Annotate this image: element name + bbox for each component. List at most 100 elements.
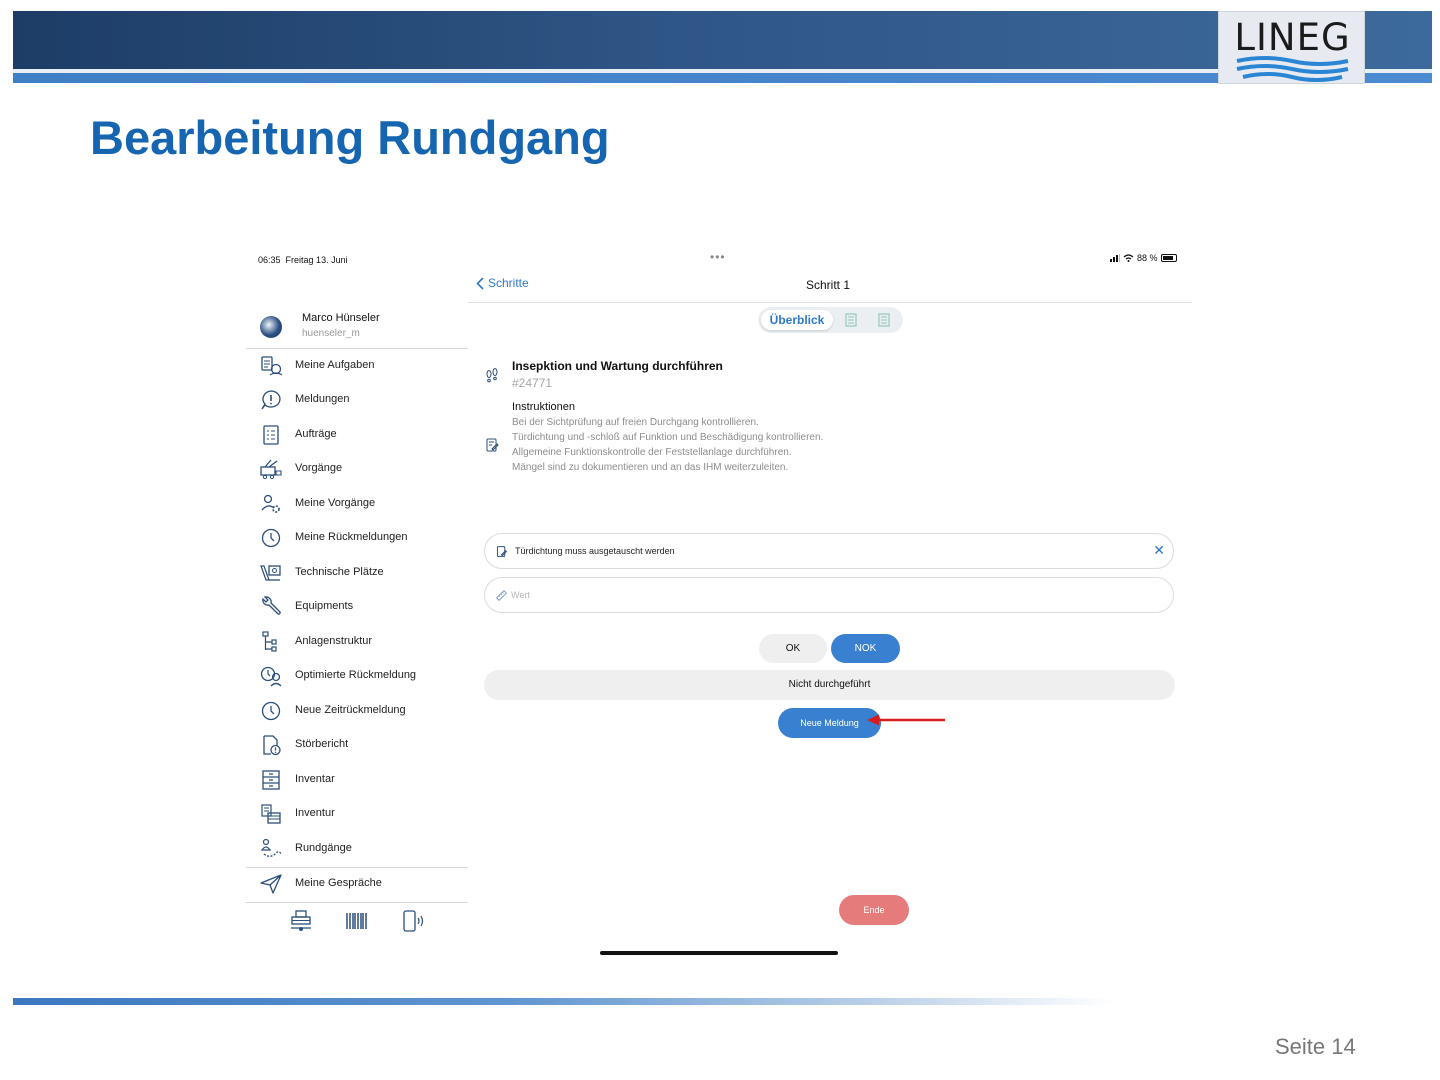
logo-waves-icon — [1236, 56, 1349, 82]
sidebar-item-optimierte-rueckmeldung[interactable]: Optimierte Rückmeldung — [246, 661, 468, 691]
sidebar-item-meine-aufgaben[interactable]: Meine Aufgaben — [246, 351, 468, 381]
status-clock: 06:35 — [258, 255, 281, 265]
sidebar-item-label: Vorgänge — [295, 462, 343, 474]
sidebar-item-label: Optimierte Rückmeldung — [295, 669, 417, 681]
value-placeholder: Wert — [511, 590, 530, 600]
slide-title: Bearbeitung Rundgang — [90, 111, 610, 164]
sidebar-item-label: Rundgänge — [295, 842, 352, 854]
status-indicators: 88 % — [1110, 253, 1177, 263]
divider — [246, 867, 468, 868]
divider — [246, 348, 468, 349]
sidebar-item-label: Meine Aufgaben — [295, 359, 375, 371]
tasks-icon — [261, 356, 283, 376]
lineg-logo: LINEG — [1218, 11, 1365, 84]
page-number: Seite 14 — [1275, 1034, 1356, 1059]
instruction-line: Türdichtung und -schloß auf Funktion und… — [512, 432, 824, 443]
divider — [246, 902, 468, 903]
close-icon[interactable]: ✕ — [1153, 543, 1165, 557]
nav-divider — [468, 302, 1192, 303]
stocktaking-icon — [261, 804, 281, 824]
ipad-screenshot: 06:35 Freitag 13. Juni ••• 88 % Marco Hü… — [246, 248, 1192, 960]
footer-line — [13, 998, 1113, 1005]
logo-text: LINEG — [1234, 16, 1351, 59]
sidebar-item-neue-zeitrueckmeldung[interactable]: Neue Zeitrückmeldung — [246, 696, 468, 726]
segmented-control: Überblick — [758, 307, 903, 333]
clock-icon — [261, 701, 281, 721]
profile-username: huenseler_m — [302, 328, 360, 339]
edit-document-icon — [486, 438, 499, 452]
sidebar-item-inventar[interactable]: Inventar — [246, 765, 468, 795]
avatar — [260, 316, 282, 338]
note-field[interactable]: Türdichtung muss ausgetauscht werden ✕ — [484, 533, 1174, 569]
end-button[interactable]: Ende — [839, 895, 909, 925]
technical-places-icon — [260, 565, 281, 581]
sidebar-item-anlagenstruktur[interactable]: Anlagenstruktur — [246, 627, 468, 657]
wrench-icon — [262, 596, 281, 615]
instruction-line: Bei der Sichtprüfung auf freien Durchgan… — [512, 417, 759, 428]
wifi-icon — [1123, 254, 1134, 262]
footsteps-icon — [486, 368, 498, 383]
nfc-phone-icon[interactable] — [401, 909, 425, 933]
sidebar-item-label: Aufträge — [295, 428, 337, 440]
optimized-feedback-icon — [260, 666, 282, 687]
sidebar-item-label: Neue Zeitrückmeldung — [295, 704, 406, 716]
sidebar-item-inventur[interactable]: Inventur — [246, 799, 468, 829]
ruler-icon — [495, 589, 508, 602]
step-title: Schritt 1 — [805, 278, 850, 292]
instruction-line: Allgemeine Funktionskontrolle der Festst… — [512, 447, 792, 458]
my-processes-icon — [261, 494, 280, 513]
sidebar-item-meine-gespraeche[interactable]: Meine Gespräche — [246, 869, 468, 899]
sidebar-item-label: Meine Rückmeldungen — [295, 531, 408, 543]
status-date: Freitag 13. Juni — [285, 255, 348, 265]
ok-button[interactable]: OK — [759, 634, 827, 663]
warehouse-icon[interactable] — [289, 909, 313, 933]
sidebar-item-label: Inventur — [295, 807, 335, 819]
sidebar-item-label: Meine Gespräche — [295, 877, 382, 889]
checklist-icon[interactable] — [843, 312, 859, 328]
task-id: #24771 — [512, 376, 553, 390]
barcode-icon[interactable] — [345, 909, 369, 933]
sidebar-item-auftraege[interactable]: Aufträge — [246, 420, 468, 450]
sidebar-item-rundgaenge[interactable]: Rundgänge — [246, 834, 468, 864]
sidebar-item-equipments[interactable]: Equipments — [246, 592, 468, 622]
sidebar-item-label: Inventar — [295, 773, 335, 785]
note-value: Türdichtung muss ausgetauscht werden — [515, 546, 675, 556]
fault-report-icon — [263, 735, 281, 756]
multitask-dots[interactable]: ••• — [710, 250, 726, 264]
signal-icon — [1110, 254, 1120, 262]
sidebar-item-vorgaenge[interactable]: Vorgänge — [246, 454, 468, 484]
sidebar-item-label: Meine Vorgänge — [295, 497, 376, 509]
rounds-icon — [260, 838, 282, 857]
profile-name: Marco Hünseler — [302, 312, 380, 324]
sidebar: Marco Hünseler huenseler_m Meine Aufgabe… — [246, 303, 468, 932]
sidebar-item-stoerbericht[interactable]: Störbericht — [246, 730, 468, 760]
notification-icon — [261, 390, 281, 410]
sidebar-item-label: Meldungen — [295, 393, 350, 405]
inventory-icon — [262, 770, 280, 790]
user-profile[interactable]: Marco Hünseler huenseler_m — [258, 309, 468, 349]
tab-ueberblick[interactable]: Überblick — [761, 310, 833, 330]
sidebar-item-technische-plaetze[interactable]: Technische Plätze — [246, 558, 468, 588]
sidebar-bottom-toolbar — [246, 906, 468, 936]
task-title: Insepktion und Wartung durchführen — [512, 359, 723, 373]
sidebar-item-label: Equipments — [295, 600, 354, 612]
checklist-icon[interactable] — [876, 312, 892, 328]
instructions-heading: Instruktionen — [512, 401, 575, 413]
sidebar-item-label: Anlagenstruktur — [295, 635, 373, 647]
battery-percent: 88 % — [1137, 253, 1158, 263]
sidebar-item-label: Technische Plätze — [295, 566, 384, 578]
clock-icon — [261, 528, 281, 548]
status-time: 06:35 Freitag 13. Juni — [258, 255, 348, 265]
red-arrow-annotation — [867, 714, 945, 726]
sidebar-item-meine-rueckmeldungen[interactable]: Meine Rückmeldungen — [246, 523, 468, 553]
home-indicator — [600, 951, 838, 955]
orders-icon — [263, 425, 279, 445]
not-done-button[interactable]: Nicht durchgeführt — [484, 670, 1175, 700]
battery-icon — [1160, 254, 1177, 262]
nok-button[interactable]: NOK — [831, 634, 900, 663]
main-pane: Schritte Schritt 1 Überblick Insepktion … — [468, 268, 1192, 960]
sidebar-item-meine-vorgaenge[interactable]: Meine Vorgänge — [246, 489, 468, 519]
processes-icon — [260, 459, 282, 480]
sidebar-item-meldungen[interactable]: Meldungen — [246, 385, 468, 415]
value-field[interactable]: Wert — [484, 577, 1174, 613]
